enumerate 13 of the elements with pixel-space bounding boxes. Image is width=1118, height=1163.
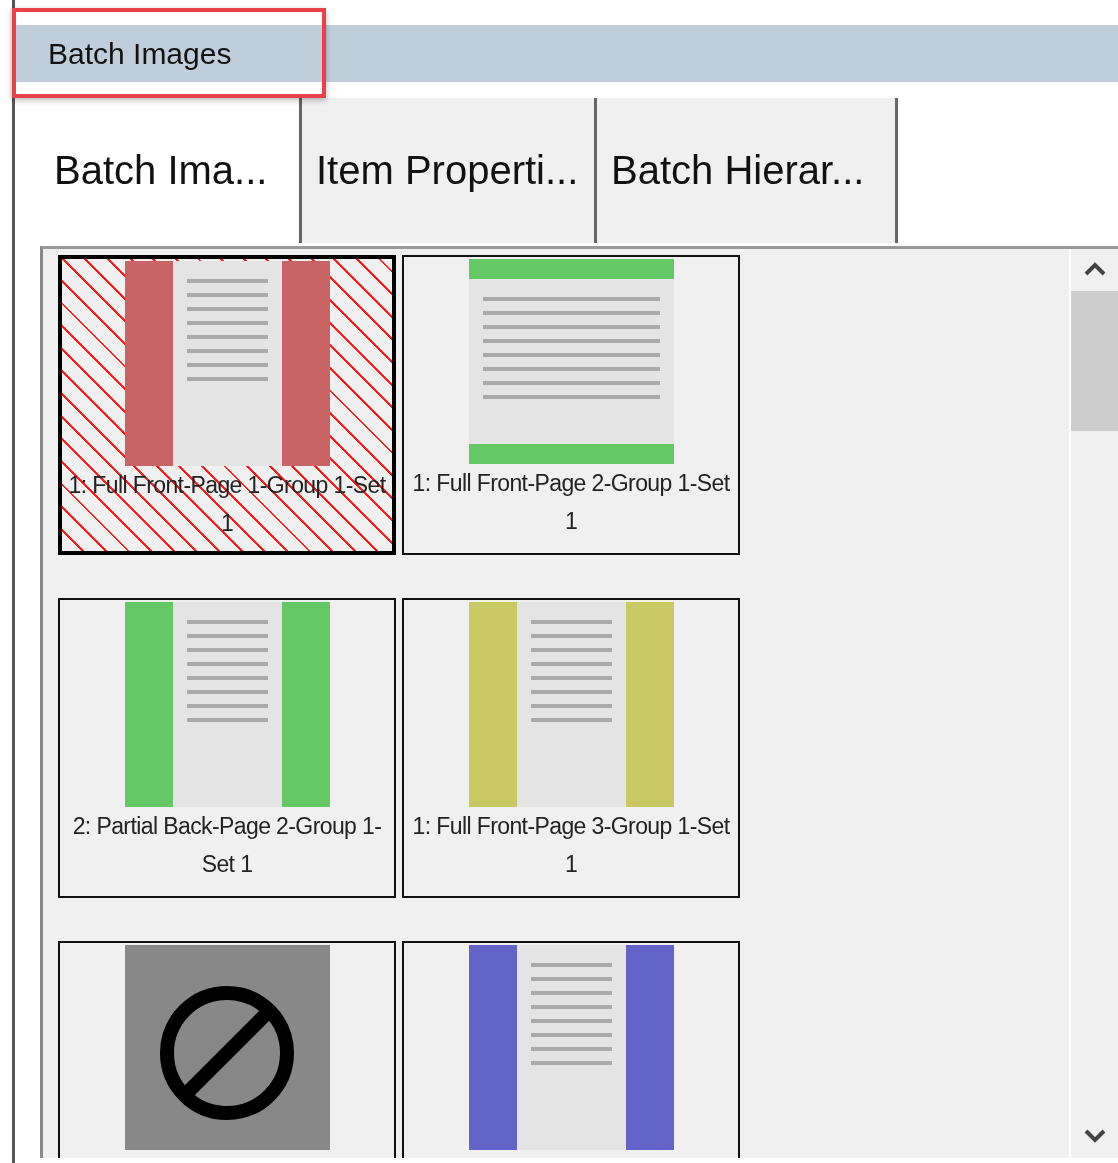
panel-title: Batch Images bbox=[15, 25, 1118, 82]
scrollbar-thumb[interactable] bbox=[1071, 291, 1118, 431]
tab[interactable]: Batch Hierar... bbox=[597, 98, 898, 243]
thumbnail-tile[interactable]: 2: Partial Back-Page 2-Group 1-Set 1 bbox=[58, 598, 396, 898]
thumbnail-tile[interactable] bbox=[402, 941, 740, 1158]
tab[interactable]: Item Properti... bbox=[302, 98, 597, 243]
thumbnail-tile[interactable] bbox=[58, 941, 396, 1158]
thumbnail-tile[interactable]: 1: Full Front-Page 3-Group 1-Set 1 bbox=[402, 598, 740, 898]
thumbnail-caption: 2: Partial Back-Page 2-Group 1-Set 1 bbox=[71, 812, 383, 879]
scrollbar[interactable] bbox=[1069, 249, 1118, 1158]
thumbnail-caption: 1: Full Front-Page 2-Group 1-Set 1 bbox=[411, 469, 731, 536]
thumbnail-caption: 1: Full Front-Page 3-Group 1-Set 1 bbox=[411, 812, 731, 879]
thumbnail-tile[interactable]: 1: Full Front-Page 2-Group 1-Set 1 bbox=[402, 255, 740, 555]
